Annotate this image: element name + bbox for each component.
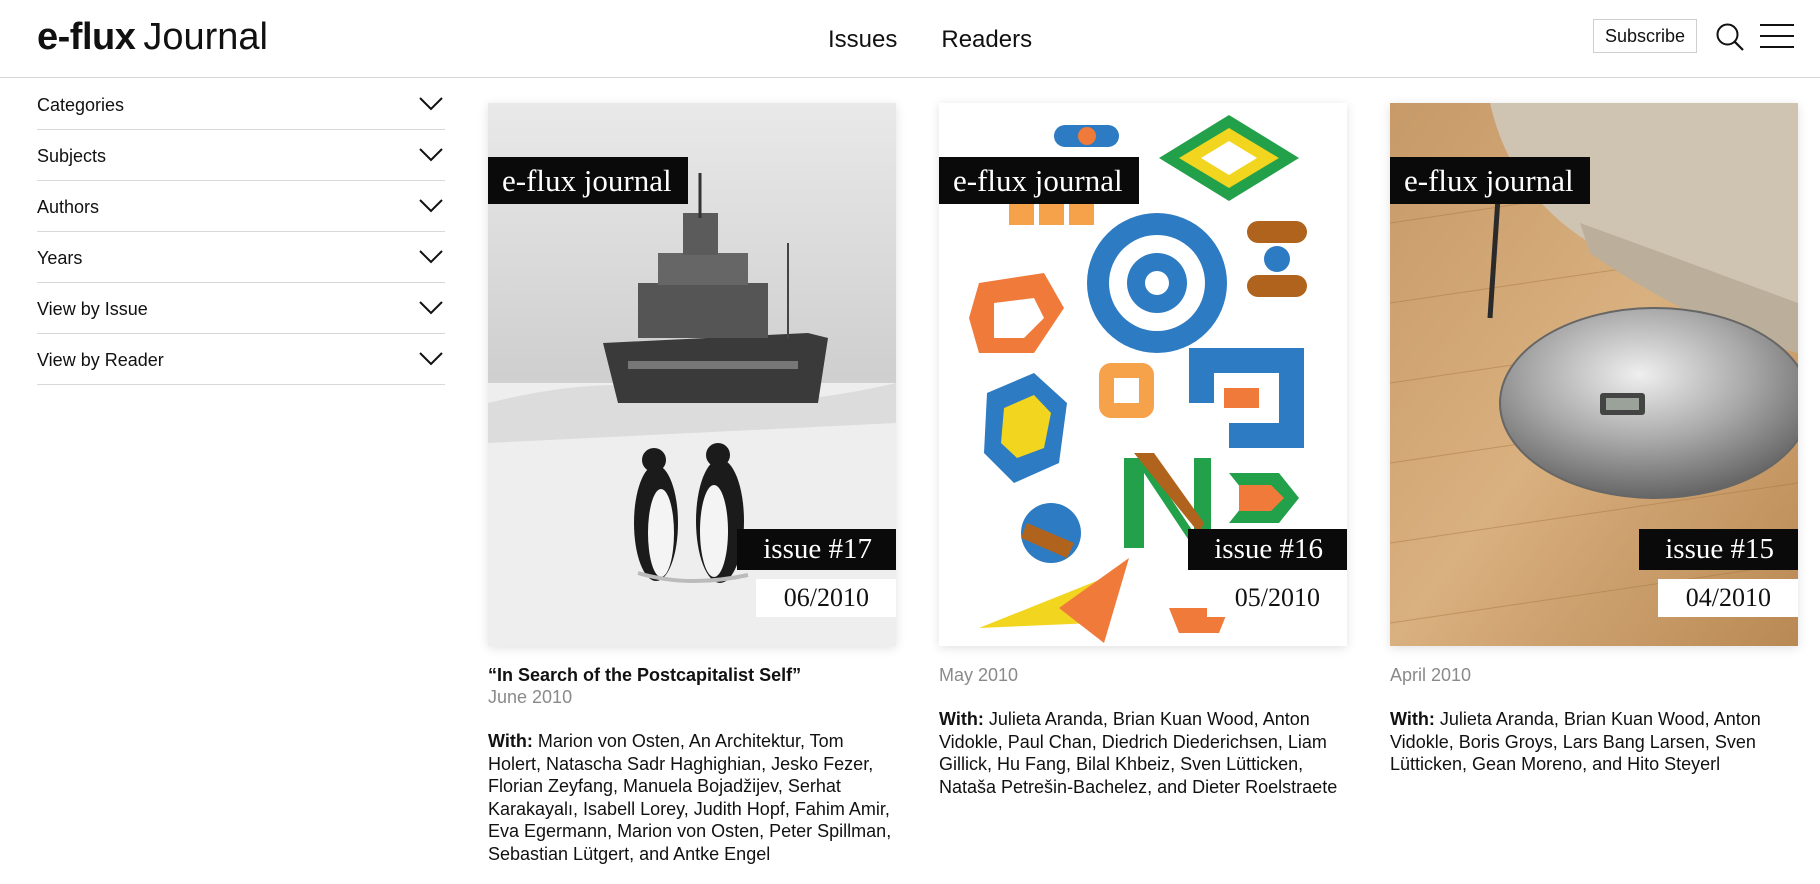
filter-label: Years [37, 247, 83, 268]
cover-brand-label: e-flux journal [939, 157, 1139, 204]
cover-brand-label: e-flux journal [488, 157, 688, 204]
issue-card: e-flux journal issue #17 06/2010 “In Sea… [488, 103, 896, 865]
site-logo[interactable]: e-flux Journal [37, 14, 268, 60]
filter-label: Authors [37, 196, 100, 217]
chevron-down-icon [419, 250, 443, 264]
contributors-list: Marion von Osten, An Architektur, Tom Ho… [488, 731, 892, 864]
contributors-list: Julieta Aranda, Brian Kuan Wood, Anton V… [939, 709, 1338, 797]
filter-label: View by Reader [37, 349, 164, 370]
cover-issue-number: issue #16 [1188, 529, 1347, 570]
issue-card: e-flux journal issue #15 04/2010 April 2… [1390, 103, 1798, 776]
chevron-down-icon [419, 301, 443, 315]
issue-card: e-flux journal issue #16 05/2010 May 201… [939, 103, 1347, 798]
issue-date: May 2010 [939, 665, 1019, 685]
with-label: With: [488, 731, 533, 751]
contributors-list: Julieta Aranda, Brian Kuan Wood, Anton V… [1390, 709, 1761, 774]
logo-journal: Journal [143, 16, 268, 58]
top-nav: Issues Readers [828, 24, 1032, 56]
issue-cover[interactable]: e-flux journal issue #15 04/2010 [1390, 103, 1798, 646]
filter-categories[interactable]: Categories [37, 79, 445, 130]
with-label: With: [939, 709, 984, 729]
issue-contributors: With: Marion von Osten, An Architektur, … [488, 730, 896, 865]
issue-date: April 2010 [1390, 665, 1472, 685]
issue-date: June 2010 [488, 687, 573, 707]
filter-authors[interactable]: Authors [37, 181, 445, 232]
issue-cover[interactable]: e-flux journal issue #17 06/2010 [488, 103, 896, 646]
nav-readers[interactable]: Readers [941, 24, 1032, 56]
issue-title[interactable]: “In Search of the Postcapitalist Self” [488, 664, 896, 686]
filter-subjects[interactable]: Subjects [37, 130, 445, 181]
issue-contributors: With: Julieta Aranda, Brian Kuan Wood, A… [939, 708, 1347, 798]
logo-eflux: e-flux [37, 16, 136, 58]
cover-issue-date: 05/2010 [1206, 579, 1347, 617]
filter-view-by-reader[interactable]: View by Reader [37, 334, 445, 385]
chevron-down-icon [419, 148, 443, 162]
nav-issues[interactable]: Issues [828, 24, 897, 56]
filter-view-by-issue[interactable]: View by Issue [37, 283, 445, 334]
cover-issue-date: 04/2010 [1657, 579, 1798, 617]
hamburger-menu-icon[interactable] [1760, 21, 1794, 51]
filter-label: Subjects [37, 145, 107, 166]
cover-issue-number: issue #17 [737, 529, 896, 570]
issue-cover[interactable]: e-flux journal issue #16 05/2010 [939, 103, 1347, 646]
cover-issue-date: 06/2010 [755, 579, 896, 617]
filter-label: View by Issue [37, 298, 148, 319]
chevron-down-icon [419, 97, 443, 111]
search-icon[interactable] [1715, 22, 1745, 52]
issue-contributors: With: Julieta Aranda, Brian Kuan Wood, A… [1390, 708, 1798, 776]
filter-years[interactable]: Years [37, 232, 445, 283]
chevron-down-icon [419, 352, 443, 366]
filter-label: Categories [37, 94, 125, 115]
filter-sidebar: Categories Subjects Authors Years View b… [37, 79, 445, 385]
site-header: e-flux Journal Issues Readers Subscribe [0, 0, 1820, 78]
with-label: With: [1390, 709, 1435, 729]
subscribe-button[interactable]: Subscribe [1593, 19, 1697, 53]
chevron-down-icon [419, 199, 443, 213]
cover-issue-number: issue #15 [1639, 529, 1798, 570]
cover-brand-label: e-flux journal [1390, 157, 1590, 204]
